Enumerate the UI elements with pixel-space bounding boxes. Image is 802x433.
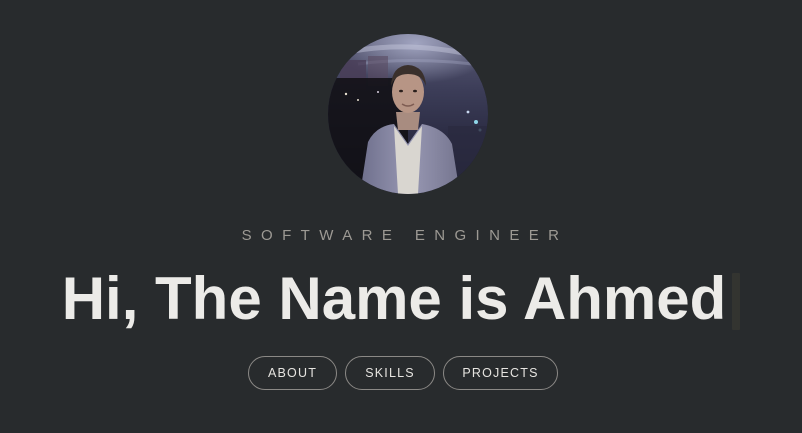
profile-photo-image: [328, 34, 488, 194]
section-nav: ABOUT SKILLS PROJECTS: [0, 356, 802, 390]
headline-text: Hi, The Name is Ahmed: [61, 265, 727, 332]
job-title: SOFTWARE ENGINEER: [241, 227, 569, 244]
about-button[interactable]: ABOUT: [248, 356, 337, 390]
typing-cursor: [732, 273, 741, 330]
profile-photo: [328, 34, 488, 194]
projects-button[interactable]: PROJECTS: [443, 356, 558, 390]
skills-button[interactable]: SKILLS: [345, 356, 435, 390]
hero-headline: Hi, The Name is Ahmed: [0, 264, 802, 334]
hero-section: SOFTWARE ENGINEER Hi, The Name is Ahmed …: [0, 0, 802, 433]
